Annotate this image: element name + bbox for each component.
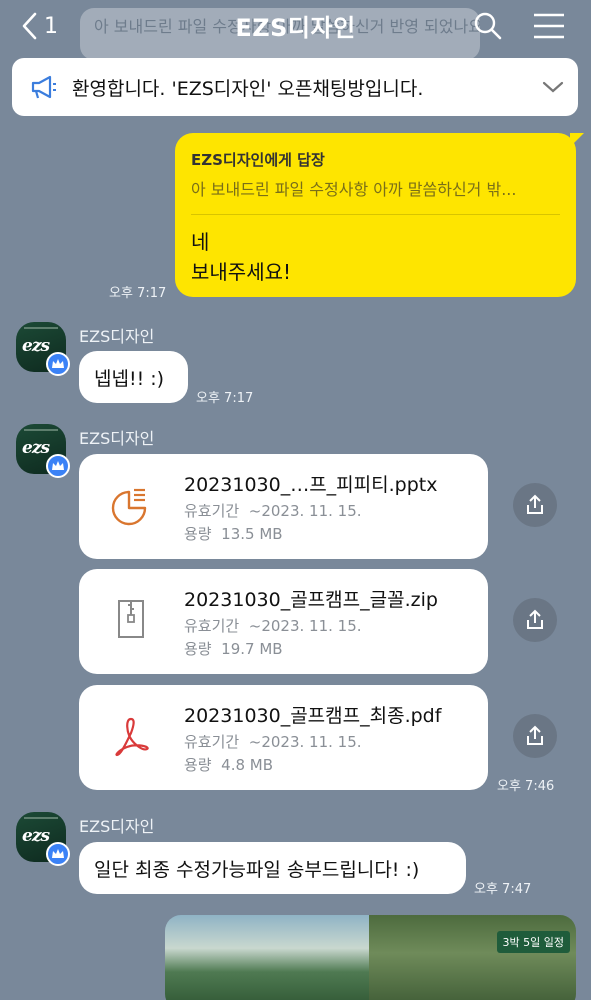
crown-badge-icon — [46, 454, 70, 478]
photo-tag: 3박 5일 일정 — [496, 931, 570, 953]
search-icon — [474, 12, 502, 40]
my-reply-bubble[interactable]: EZS디자인에게 답장 아 보내드린 파일 수정사항 아까 말씀하신거 밖...… — [175, 133, 584, 297]
message-bubble[interactable]: 일단 최종 수정가능파일 송부드립니다! :) — [79, 842, 466, 894]
message-time: 오후 7:17 — [196, 391, 254, 406]
message-text: 일단 최종 수정가능파일 송부드립니다! :) — [94, 858, 420, 881]
reply-line-1: 네 — [191, 230, 210, 254]
sender-name: EZS디자인 — [79, 429, 155, 448]
chevron-down-icon[interactable] — [542, 80, 564, 94]
top-bar: 아 보내드린 파일 수정사항 아까 말씀하신거 반영 되었나요 확인 부탁 1 … — [0, 0, 591, 60]
file-expiry: 유효기간 ~2023. 11. 15. — [184, 615, 362, 636]
photo-message[interactable]: 3박 5일 일정 — [165, 915, 576, 1000]
search-button[interactable] — [471, 10, 505, 42]
avatar[interactable]: ezs — [16, 322, 70, 376]
share-button[interactable] — [513, 714, 557, 758]
file-card-pptx[interactable]: 20231030_…프_피피티.pptx 유효기간 ~2023. 11. 15.… — [79, 454, 488, 559]
file-size: 용량 4.8 MB — [184, 754, 273, 775]
share-button[interactable] — [513, 598, 557, 642]
file-name: 20231030_…프_피피티.pptx — [184, 474, 438, 496]
file-card-pdf[interactable]: 20231030_골프캠프_최종.pdf 유효기간 ~2023. 11. 15.… — [79, 685, 488, 790]
size-value: 19.7 MB — [221, 640, 283, 658]
photo-thumbnail[interactable]: 3박 5일 일정 — [369, 915, 576, 1000]
avatar-detail — [24, 327, 58, 329]
avatar-logo: ezs — [22, 336, 50, 356]
size-label: 용량 — [184, 756, 212, 774]
share-icon — [527, 725, 543, 745]
zip-icon — [118, 600, 144, 638]
share-icon — [527, 494, 543, 514]
sender-name: EZS디자인 — [79, 327, 155, 346]
crown-badge-icon — [46, 842, 70, 866]
size-label: 용량 — [184, 640, 212, 658]
notice-text: 환영합니다. 'EZS디자인' 오픈채팅방입니다. — [72, 77, 424, 100]
sender-name: EZS디자인 — [79, 817, 155, 836]
reply-target: EZS디자인에게 답장 — [191, 151, 325, 169]
expiry-label: 유효기간 — [184, 617, 240, 635]
file-expiry: 유효기간 ~2023. 11. 15. — [184, 500, 362, 521]
quoted-message[interactable]: 아 보내드린 파일 수정사항 아까 말씀하신거 밖... — [191, 176, 560, 200]
message-time: 오후 7:46 — [497, 779, 555, 794]
expiry-label: 유효기간 — [184, 502, 240, 520]
file-name: 20231030_골프캠프_최종.pdf — [184, 705, 442, 727]
pdf-icon — [115, 717, 149, 757]
reply-line-2: 보내주세요! — [191, 260, 292, 284]
expiry-label: 유효기간 — [184, 733, 240, 751]
notice-banner[interactable]: 환영합니다. 'EZS디자인' 오픈채팅방입니다. — [12, 58, 578, 116]
menu-button[interactable] — [531, 10, 567, 42]
file-size: 용량 13.5 MB — [184, 523, 283, 544]
message-text: 넵넵!! :) — [94, 367, 165, 390]
avatar-detail — [24, 429, 58, 431]
expiry-value: ~2023. 11. 15. — [248, 502, 362, 520]
crown-badge-icon — [46, 352, 70, 376]
avatar-detail — [24, 817, 58, 819]
share-icon — [527, 609, 543, 629]
hamburger-menu-icon — [534, 13, 564, 39]
expiry-value: ~2023. 11. 15. — [248, 617, 362, 635]
avatar[interactable]: ezs — [16, 424, 70, 478]
avatar-logo: ezs — [22, 826, 50, 846]
message-time: 오후 7:47 — [474, 882, 532, 897]
reply-divider — [191, 214, 560, 215]
avatar[interactable]: ezs — [16, 812, 70, 866]
expiry-value: ~2023. 11. 15. — [248, 733, 362, 751]
size-label: 용량 — [184, 525, 212, 543]
size-value: 4.8 MB — [221, 756, 274, 774]
file-size: 용량 19.7 MB — [184, 638, 283, 659]
size-value: 13.5 MB — [221, 525, 283, 543]
avatar-logo: ezs — [22, 438, 50, 458]
message-bubble[interactable]: 넵넵!! :) — [79, 351, 188, 403]
file-name: 20231030_골프캠프_글꼴.zip — [184, 589, 438, 611]
file-card-zip[interactable]: 20231030_골프캠프_글꼴.zip 유효기간 ~2023. 11. 15.… — [79, 569, 488, 674]
photo-thumbnail[interactable] — [165, 915, 369, 1000]
message-time: 오후 7:17 — [109, 286, 167, 301]
pptx-icon — [111, 488, 147, 526]
megaphone-icon — [31, 75, 56, 99]
file-expiry: 유효기간 ~2023. 11. 15. — [184, 731, 362, 752]
share-button[interactable] — [513, 483, 557, 527]
